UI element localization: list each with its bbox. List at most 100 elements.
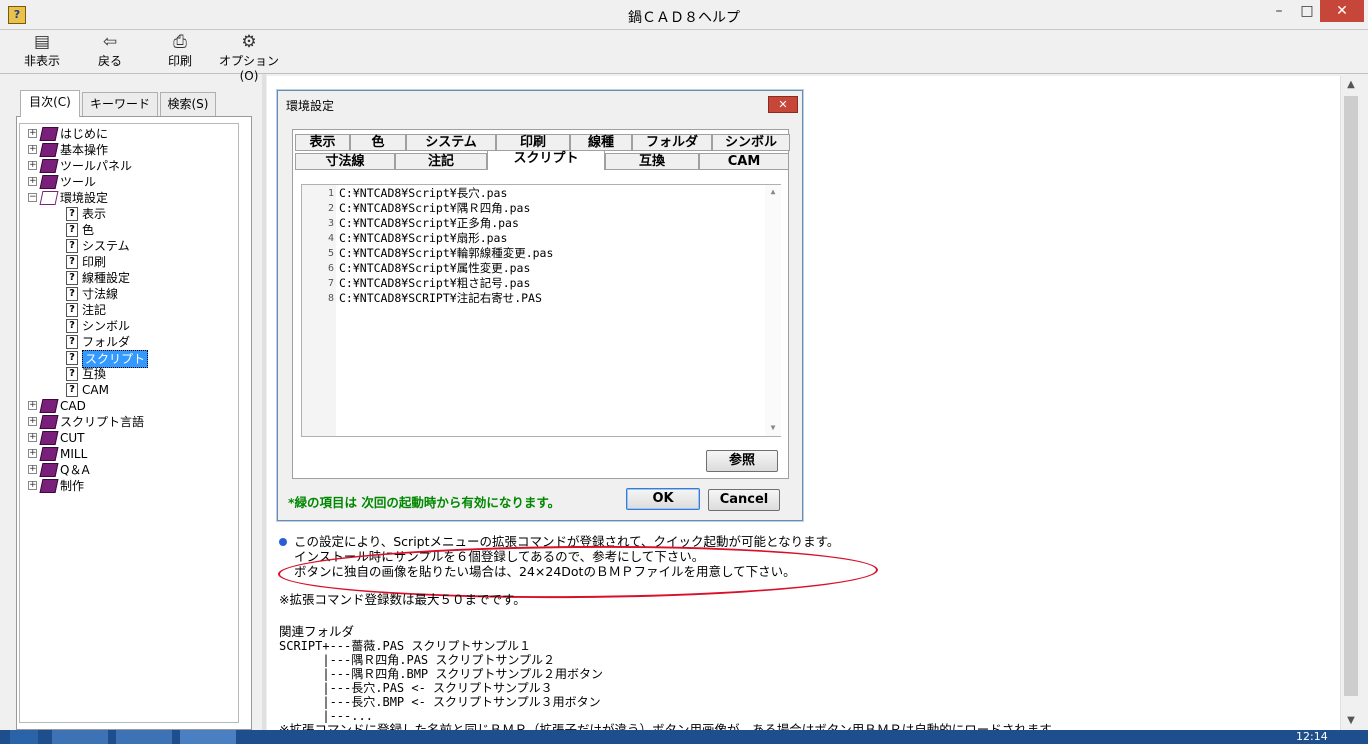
tree-subitem[interactable]: ? 色 (66, 222, 226, 238)
tree-item[interactable]: − 環境設定 (28, 190, 228, 206)
expand-icon[interactable]: + (28, 449, 37, 458)
settings-dialog-image: 環境設定 ✕ 1 2 3 4 5 6 7 8 ▲ ▼ C:¥NTCAD8¥Script¥長穴.… (277, 90, 803, 521)
tree-subitem[interactable]: ? フォルダ (66, 334, 226, 350)
tree-item[interactable]: + はじめに (28, 126, 228, 142)
taskbar-ie[interactable] (52, 730, 108, 744)
expand-icon[interactable]: + (28, 481, 37, 490)
folder-title: 関連フォルダ (279, 624, 355, 639)
folder-tree-line: |---長穴.BMP <- スクリプトサンプル３用ボタン (279, 695, 601, 709)
hide-button[interactable]: ▤ 非表示 (20, 32, 64, 72)
tree-subitem-label: 色 (82, 223, 95, 237)
editor-scroll-up-icon: ▲ (770, 187, 776, 196)
tree-subitem[interactable]: ? 注記 (66, 302, 226, 318)
tree-item-label: スクリプト言語 (60, 415, 145, 429)
tree-item-label: 環境設定 (60, 191, 109, 205)
tree-subitem-label: 互換 (82, 367, 107, 381)
script-path: C:¥NTCAD8¥Script¥隅Ｒ四角.pas (339, 201, 531, 215)
folder-tree-line: |---隅Ｒ四角.BMP スクリプトサンプル２用ボタン (279, 667, 604, 681)
tree-subitem[interactable]: ? シンボル (66, 318, 226, 334)
expand-icon[interactable]: + (28, 417, 37, 426)
folder-tree-line: |---長穴.PAS <- スクリプトサンプル３ (279, 681, 553, 695)
book-icon (39, 431, 59, 445)
taskbar-explorer[interactable] (116, 730, 172, 744)
tree-subitem-label: 寸法線 (82, 287, 119, 301)
tree-item[interactable]: + MILL (28, 446, 228, 462)
tree-item[interactable]: + ツール (28, 174, 228, 190)
help-topic-icon: ? (66, 271, 78, 285)
tree-item[interactable]: + 制作 (28, 478, 228, 494)
tree-subitem[interactable]: ? 表示 (66, 206, 226, 222)
tab-keyword[interactable]: キーワード(N) (82, 92, 158, 133)
print-button[interactable]: ⎙ 印刷 (158, 32, 202, 72)
dialog-tab: 色 (350, 134, 406, 151)
tree-subitem[interactable]: ? 互換 (66, 366, 226, 382)
tree-item[interactable]: + スクリプト言語 (28, 414, 228, 430)
tree-item[interactable]: + Q＆A (28, 462, 228, 478)
folder-tree-line: SCRIPT+---薔薇.PAS スクリプトサンプル１ (279, 639, 532, 653)
back-arrow-icon: ⇦ (102, 32, 118, 52)
expand-icon[interactable]: + (28, 433, 37, 442)
tree-item-label: 制作 (60, 479, 85, 493)
tab-search[interactable]: 検索(S) (160, 92, 216, 116)
dialog-title: 環境設定 (286, 99, 335, 113)
scroll-up-icon[interactable]: ▲ (1341, 76, 1361, 94)
green-note: *緑の項目は 次回の起動時から有効になります。 (288, 495, 561, 510)
back-label: 戻る (97, 54, 122, 68)
minimize-button[interactable]: – (1266, 0, 1292, 22)
dialog-tab: シンボル (712, 134, 790, 151)
expand-icon[interactable]: + (28, 129, 37, 138)
tree-item-label: ツール (60, 175, 97, 189)
expand-icon[interactable]: + (28, 145, 37, 154)
line-number-gutter: 1 2 3 4 5 6 7 8 (302, 185, 336, 436)
toolbar: ▤ 非表示 ⇦ 戻る ⎙ 印刷 ⚙ オプション(O) (0, 30, 1368, 83)
tree-item[interactable]: + 基本操作 (28, 142, 228, 158)
tree-subitem[interactable]: ? システム (66, 238, 226, 254)
tree-subitem-label: 印刷 (82, 255, 107, 269)
dialog-tab: スクリプト (487, 150, 605, 170)
pane-splitter[interactable] (262, 74, 266, 744)
line-number: 3 (327, 218, 334, 229)
book-icon (39, 143, 59, 157)
tree-item[interactable]: + CAD (28, 398, 228, 414)
help-topic-icon: ? (66, 223, 78, 237)
tree-item-label: CAD (60, 399, 86, 413)
back-button[interactable]: ⇦ 戻る (88, 32, 132, 72)
tree-subitem-label: フォルダ (82, 335, 131, 349)
editor-scrollbar: ▲ ▼ (765, 185, 781, 436)
expand-icon[interactable]: + (28, 177, 37, 186)
tree-subitem[interactable]: ? CAM (66, 382, 226, 398)
content-scrollbar[interactable]: ▲ ▼ (1340, 76, 1360, 730)
contents-tree: + はじめに + 基本操作 + ツールパネル + ツール − 環境設定? 表示? 色? システム? 印刷?… (19, 123, 239, 723)
help-topic-icon: ? (66, 351, 78, 365)
dialog-tab: 注記 (395, 153, 487, 170)
line-number: 6 (327, 263, 334, 274)
dialog-tab: 互換 (605, 153, 699, 170)
folder-tree-line: |---... (279, 709, 373, 723)
maximize-button[interactable]: □ (1294, 0, 1320, 22)
tree-subitem[interactable]: ? 印刷 (66, 254, 226, 270)
options-button[interactable]: ⚙ オプション(O) (214, 32, 284, 83)
tree-item[interactable]: + CUT (28, 430, 228, 446)
collapse-icon[interactable]: − (28, 193, 37, 202)
tree-item-label: MILL (60, 447, 88, 461)
taskbar-help[interactable] (180, 730, 236, 744)
expand-icon[interactable]: + (28, 161, 37, 170)
scroll-down-icon[interactable]: ▼ (1341, 712, 1361, 730)
tree-item[interactable]: + ツールパネル (28, 158, 228, 174)
book-icon (39, 415, 59, 429)
print-label: 印刷 (167, 54, 192, 68)
tree-subitem-label: システム (82, 239, 130, 253)
expand-icon[interactable]: + (28, 465, 37, 474)
tab-contents[interactable]: 目次(C) (20, 90, 80, 117)
book-icon (39, 463, 59, 477)
taskbar: 12:14 (0, 730, 1368, 744)
tree-subitem[interactable]: ? スクリプト (66, 350, 226, 368)
tree-subitem[interactable]: ? 線種設定 (66, 270, 226, 286)
expand-icon[interactable]: + (28, 401, 37, 410)
tree-subitem[interactable]: ? 寸法線 (66, 286, 226, 302)
close-window-button[interactable]: ✕ (1320, 0, 1364, 22)
scroll-thumb[interactable] (1344, 96, 1358, 696)
start-button[interactable] (10, 730, 38, 744)
dialog-tab: 印刷 (496, 134, 570, 151)
tree-subitem-label: 線種設定 (82, 271, 131, 285)
